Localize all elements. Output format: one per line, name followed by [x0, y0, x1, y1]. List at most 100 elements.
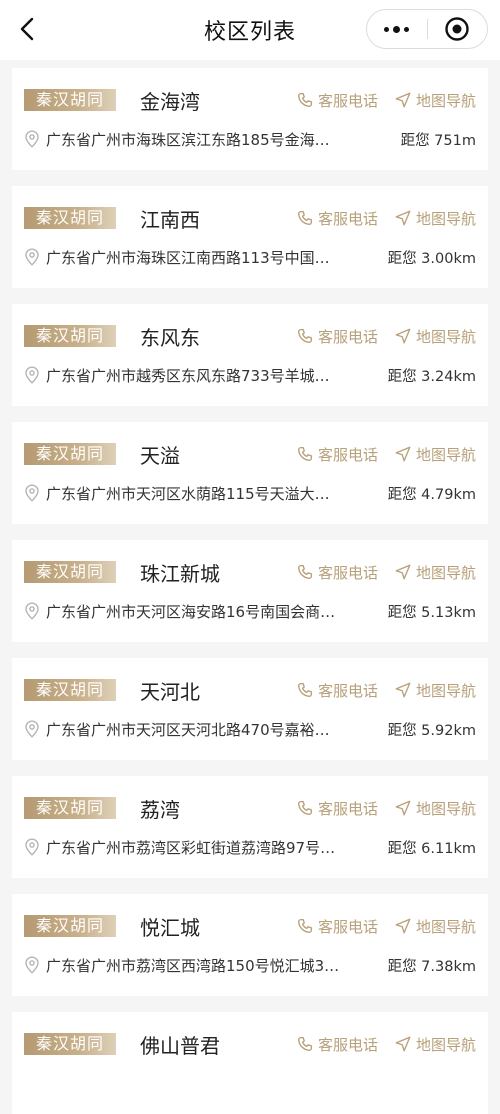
campus-card[interactable]: 秦汉胡同 悦汇城 客服电话 地图导航 广东省广州市荔湾区西湾路150号悦汇城3…	[12, 894, 488, 996]
campus-name: 天河北	[140, 679, 200, 704]
campus-distance: 距您 5.13km	[387, 604, 476, 621]
location-pin-icon	[25, 602, 39, 620]
brand-tag: 秦汉胡同	[24, 561, 116, 583]
campus-name: 金海湾	[140, 89, 200, 114]
phone-icon	[297, 446, 313, 461]
navigation-arrow-icon	[395, 564, 411, 580]
campus-name: 东风东	[140, 325, 200, 350]
navigation-arrow-icon	[395, 800, 411, 816]
navigate-label: 地图导航	[415, 445, 476, 464]
call-label: 客服电话	[317, 445, 378, 464]
navigate-label: 地图导航	[415, 1035, 476, 1054]
location-pin-icon	[25, 484, 39, 502]
navigation-arrow-icon	[395, 210, 411, 226]
call-label: 客服电话	[317, 209, 378, 228]
call-label: 客服电话	[317, 1035, 378, 1054]
campus-card-header: 秦汉胡同 珠江新城 客服电话 地图导航	[24, 560, 476, 586]
campus-card-location: 广东省广州市天河区海安路16号南国会商… 距您 5.13km	[24, 601, 476, 621]
back-button[interactable]	[10, 11, 46, 47]
customer-service-call-button[interactable]: 客服电话	[296, 562, 378, 583]
campus-address: 广东省广州市天河区海安路16号南国会商…	[46, 602, 336, 621]
campus-card-header: 秦汉胡同 江南西 客服电话 地图导航	[24, 206, 476, 232]
call-label: 客服电话	[317, 327, 378, 346]
location-pin-icon	[25, 130, 39, 148]
map-navigation-button[interactable]: 地图导航	[394, 798, 476, 819]
phone-icon	[297, 328, 313, 343]
brand-tag: 秦汉胡同	[24, 89, 116, 111]
campus-distance: 距您 6.11km	[387, 840, 476, 857]
customer-service-call-button[interactable]: 客服电话	[296, 208, 378, 229]
navigate-label: 地图导航	[415, 917, 476, 936]
campus-card-location: 广东省广州市海珠区江南西路113号中国… 距您 3.00km	[24, 247, 476, 267]
campus-card-header: 秦汉胡同 东风东 客服电话 地图导航	[24, 324, 476, 350]
customer-service-call-button[interactable]: 客服电话	[296, 444, 378, 465]
call-label: 客服电话	[317, 563, 378, 582]
brand-tag: 秦汉胡同	[24, 1033, 116, 1055]
close-mini-program-button[interactable]	[428, 10, 488, 48]
campus-card[interactable]: 秦汉胡同 江南西 客服电话 地图导航 广东省广州市海珠区江南西路113号中国…	[12, 186, 488, 288]
page-title: 校区列表	[203, 20, 296, 45]
map-navigation-button[interactable]: 地图导航	[394, 562, 476, 583]
campus-card[interactable]: 秦汉胡同 佛山普君 客服电话 地图导航	[12, 1012, 488, 1114]
customer-service-call-button[interactable]: 客服电话	[296, 680, 378, 701]
call-label: 客服电话	[317, 917, 378, 936]
campus-card[interactable]: 秦汉胡同 金海湾 客服电话 地图导航 广东省广州市海珠区滨江东路185号金海…	[12, 68, 488, 170]
navigation-arrow-icon	[395, 446, 411, 462]
customer-service-call-button[interactable]: 客服电话	[296, 798, 378, 819]
campus-address: 广东省广州市海珠区滨江东路185号金海…	[46, 130, 330, 149]
navigate-label: 地图导航	[415, 209, 476, 228]
target-circle-icon	[445, 17, 469, 41]
customer-service-call-button[interactable]: 客服电话	[296, 916, 378, 937]
map-navigation-button[interactable]: 地图导航	[394, 90, 476, 111]
navigate-label: 地图导航	[415, 327, 476, 346]
brand-tag: 秦汉胡同	[24, 443, 116, 465]
customer-service-call-button[interactable]: 客服电话	[296, 1034, 378, 1055]
location-pin-icon	[25, 366, 39, 384]
map-navigation-button[interactable]: 地图导航	[394, 680, 476, 701]
campus-card[interactable]: 秦汉胡同 荔湾 客服电话 地图导航 广东省广州市荔湾区彩虹街道荔湾路97号… 距…	[12, 776, 488, 878]
campus-card-header: 秦汉胡同 荔湾 客服电话 地图导航	[24, 796, 476, 822]
campus-distance: 距您 3.24km	[387, 368, 476, 385]
phone-icon	[297, 564, 313, 579]
brand-tag: 秦汉胡同	[24, 797, 116, 819]
navigate-label: 地图导航	[415, 681, 476, 700]
campus-name: 佛山普君	[140, 1033, 220, 1058]
map-navigation-button[interactable]: 地图导航	[394, 444, 476, 465]
customer-service-call-button[interactable]: 客服电话	[296, 326, 378, 347]
campus-distance: 距您 7.38km	[387, 958, 476, 975]
campus-card[interactable]: 秦汉胡同 东风东 客服电话 地图导航 广东省广州市越秀区东风东路733号羊城…	[12, 304, 488, 406]
navigation-arrow-icon	[395, 682, 411, 698]
map-navigation-button[interactable]: 地图导航	[394, 916, 476, 937]
brand-tag: 秦汉胡同	[24, 915, 116, 937]
phone-icon	[297, 682, 313, 697]
more-button[interactable]	[367, 10, 427, 48]
campus-card-location: 广东省广州市天河区水荫路115号天溢大… 距您 4.79km	[24, 483, 476, 503]
campus-distance: 距您 5.92km	[387, 722, 476, 739]
call-label: 客服电话	[317, 91, 378, 110]
campus-name: 珠江新城	[140, 561, 220, 586]
campus-card[interactable]: 秦汉胡同 珠江新城 客服电话 地图导航 广东省广州市天河区海安路16号南国会商…	[12, 540, 488, 642]
campus-address: 广东省广州市越秀区东风东路733号羊城…	[46, 366, 330, 385]
map-navigation-button[interactable]: 地图导航	[394, 326, 476, 347]
location-pin-icon	[25, 720, 39, 738]
map-navigation-button[interactable]: 地图导航	[394, 1034, 476, 1055]
campus-card[interactable]: 秦汉胡同 天河北 客服电话 地图导航 广东省广州市天河区天河北路470号嘉裕…	[12, 658, 488, 760]
customer-service-call-button[interactable]: 客服电话	[296, 90, 378, 111]
map-navigation-button[interactable]: 地图导航	[394, 208, 476, 229]
navigation-arrow-icon	[395, 92, 411, 108]
brand-tag: 秦汉胡同	[24, 207, 116, 229]
campus-address: 广东省广州市天河区天河北路470号嘉裕…	[46, 720, 330, 739]
more-dots-icon	[384, 25, 410, 33]
campus-list: 秦汉胡同 金海湾 客服电话 地图导航 广东省广州市海珠区滨江东路185号金海…	[0, 60, 500, 1114]
campus-card[interactable]: 秦汉胡同 天溢 客服电话 地图导航 广东省广州市天河区水荫路115号天溢大… 距…	[12, 422, 488, 524]
navigate-label: 地图导航	[415, 563, 476, 582]
phone-icon	[297, 918, 313, 933]
campus-distance: 距您 3.00km	[387, 250, 476, 267]
chevron-left-icon	[20, 17, 34, 41]
location-pin-icon	[25, 248, 39, 266]
navigation-arrow-icon	[395, 918, 411, 934]
campus-card-header: 秦汉胡同 悦汇城 客服电话 地图导航	[24, 914, 476, 940]
brand-tag: 秦汉胡同	[24, 679, 116, 701]
navigation-arrow-icon	[395, 1036, 411, 1052]
mini-program-capsule	[366, 9, 488, 49]
